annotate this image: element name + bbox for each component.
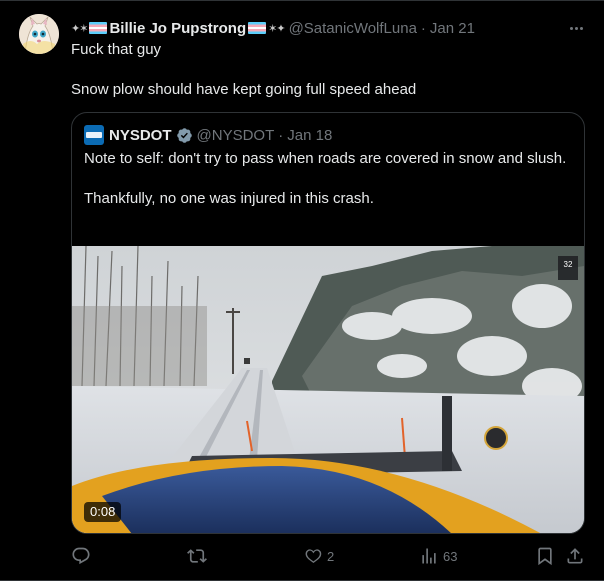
bookmark-icon [538,547,552,566]
video-player[interactable]: 32 0:08 [72,246,584,533]
quoted-date: Jan 18 [287,126,333,144]
more-horizontal-icon [569,26,573,30]
quoted-tweet-text: Note to self: don't try to pass when roa… [84,149,570,209]
like-count: 2 [327,548,335,564]
repost-button[interactable] [187,544,211,568]
heart-icon [305,549,322,563]
share-button[interactable] [565,544,585,568]
video-duration: 0:08 [84,502,122,522]
action-bar: 2 63 [71,544,586,568]
author-handle[interactable]: @SatanicWolfLuna [289,20,417,37]
bookmark-button[interactable] [535,544,555,568]
quoted-author-name: NYSDOT [109,126,172,144]
views-count: 63 [443,548,458,564]
name-decoration-left: ✦✶ [71,22,88,35]
author-name: Billie Jo Pupstrong [109,19,247,37]
tweet-date[interactable]: Jan 21 [430,20,475,37]
name-decoration-right: ✶✦ [268,22,285,35]
more-options-button[interactable] [566,19,586,37]
separator-dot: · [278,126,284,144]
reply-button[interactable] [71,544,95,568]
like-button[interactable]: 2 [303,544,334,568]
quoted-tweet-header: NYSDOT @NYSDOT · Jan 18 [84,125,332,145]
quoted-author-handle: @NYSDOT [196,126,275,144]
quoted-text-paragraph: Note to self: don't try to pass when roa… [84,150,567,167]
verified-badge-icon [176,127,193,144]
reply-icon [72,547,90,565]
tweet[interactable]: ✦✶ Billie Jo Pupstrong ✶✦ @SatanicWolfLu… [0,0,604,581]
trans-flag-icon [89,22,108,34]
tweet-text-line: Snow plow should have kept going full sp… [71,81,417,98]
quoted-avatar [84,125,104,145]
speed-overlay: 32 [564,260,573,269]
views-button[interactable]: 63 [419,544,457,568]
trans-flag-icon [248,22,267,34]
repost-icon [187,549,207,563]
author-name-link[interactable]: ✦✶ Billie Jo Pupstrong ✶✦ [71,19,286,37]
tweet-text-line: Fuck that guy [71,41,162,58]
tweet-text: Fuck that guy Snow plow should have kept… [71,40,571,100]
quoted-text-paragraph: Thankfully, no one was injured in this c… [84,190,374,207]
share-icon [567,548,583,564]
analytics-icon [422,548,436,564]
tweet-header: ✦✶ Billie Jo Pupstrong ✶✦ @SatanicWolfLu… [71,18,564,38]
separator-dot: · [420,19,426,37]
avatar[interactable] [19,14,59,54]
quoted-tweet[interactable]: NYSDOT @NYSDOT · Jan 18 Note to self: do… [71,112,585,534]
